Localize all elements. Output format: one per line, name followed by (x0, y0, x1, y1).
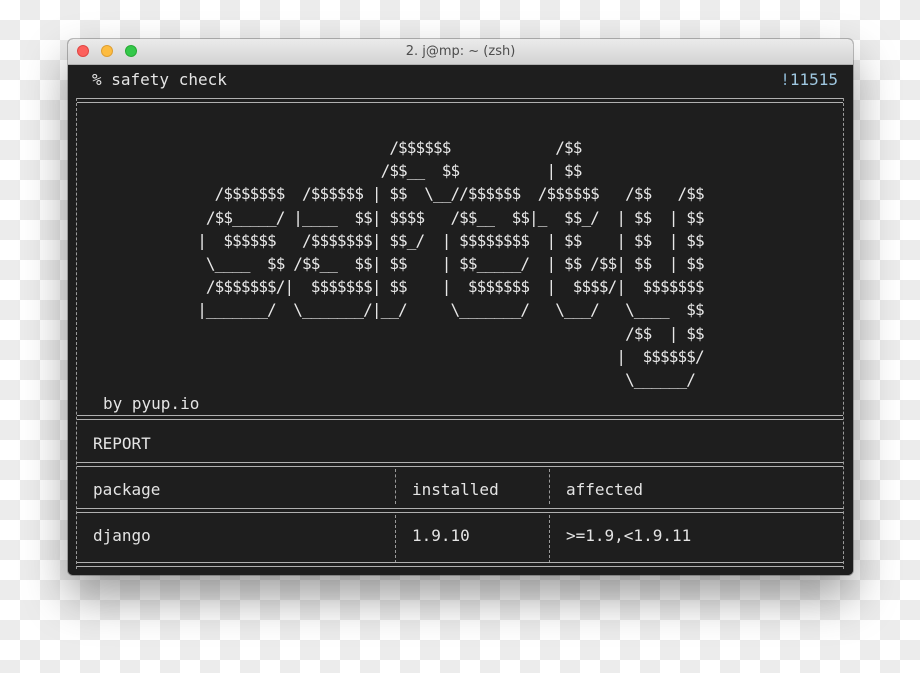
column-header-package: package (93, 480, 161, 499)
window-title: 2. j@mp: ~ (zsh) (405, 44, 516, 59)
row-installed-cell: 1.9.10 (412, 526, 470, 545)
column-separator (549, 515, 550, 563)
terminal-window: 2. j@mp: ~ (zsh) % safety check !11515 /… (68, 39, 853, 575)
header-divider (77, 508, 843, 513)
terminal-content[interactable]: % safety check !11515 /$$$$$$ /$$ /$$__ … (68, 65, 853, 575)
safety-report-box: /$$$$$$ /$$ /$$__ $$ | $$ /$$$$$$$ /$$$$… (76, 98, 844, 569)
logo-divider (77, 415, 843, 420)
byline: by pyup.io (103, 394, 200, 413)
column-separator (395, 469, 396, 504)
report-divider (77, 462, 843, 467)
column-header-installed: installed (412, 480, 499, 499)
box-top-border (77, 98, 843, 103)
column-separator (395, 515, 396, 563)
report-heading: REPORT (93, 434, 151, 453)
safety-ascii-logo: /$$$$$$ /$$ /$$__ $$ | $$ /$$$$$$$ /$$$$… (197, 138, 704, 390)
command-prompt: % safety check (92, 70, 227, 89)
box-bottom-border (77, 562, 843, 567)
history-number: 11515 (789, 70, 838, 89)
column-separator (549, 469, 550, 504)
column-header-affected: affected (566, 480, 644, 499)
row-affected-cell: >=1.9,<1.9.11 (566, 526, 692, 545)
row-package-cell: django (93, 526, 151, 545)
history-prefix: ! (780, 70, 790, 89)
history-indicator: !11515 (780, 70, 838, 89)
title-bar: 2. j@mp: ~ (zsh) (68, 39, 853, 65)
